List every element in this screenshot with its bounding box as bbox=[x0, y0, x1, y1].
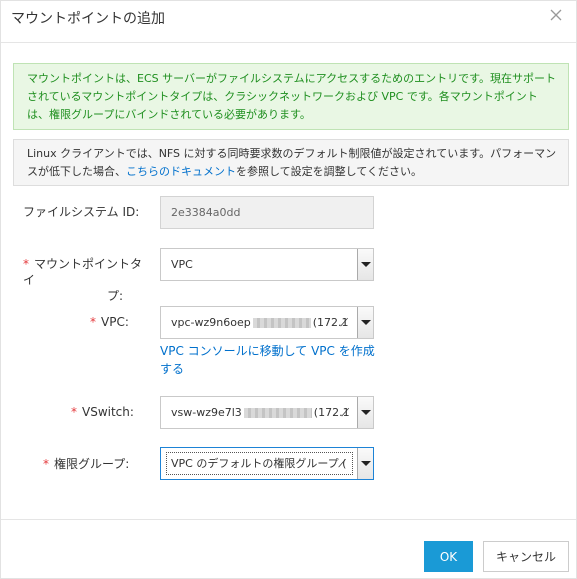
chevron-down-icon[interactable] bbox=[357, 307, 373, 338]
vpc-value-prefix: vpc-wz9n6oep bbox=[171, 316, 251, 329]
required-mark: * bbox=[23, 257, 29, 271]
permission-group-label-text: 権限グループ: bbox=[54, 457, 130, 471]
permission-group-label: * 権限グループ: bbox=[43, 456, 129, 472]
vpc-label: * VPC: bbox=[90, 314, 129, 330]
redacted-text bbox=[243, 408, 312, 418]
redacted-text bbox=[252, 318, 311, 328]
filesystem-id-field: 2e3384a0dd bbox=[160, 196, 374, 229]
required-mark: * bbox=[43, 457, 49, 471]
dialog-title: マウントポイントの追加 bbox=[11, 11, 165, 27]
permission-group-select[interactable]: VPC のデフォルトの権限グループ (̸ bbox=[160, 447, 374, 480]
documentation-link[interactable]: こちらのドキュメント bbox=[126, 165, 236, 178]
info-notice: マウントポイントは、ECS サーバーがファイルシステムにアクセスするためのエント… bbox=[13, 63, 569, 130]
close-icon[interactable] bbox=[546, 5, 566, 25]
chevron-down-icon[interactable] bbox=[357, 249, 373, 280]
vpc-value-suffix: (172.1̸ bbox=[312, 316, 349, 329]
cancel-button[interactable]: キャンセル bbox=[483, 541, 569, 572]
mount-type-label: * マウントポイントタイ プ: bbox=[23, 256, 153, 304]
chevron-down-icon[interactable] bbox=[357, 448, 373, 479]
linux-notice: Linux クライアントでは、NFS に対する同時要求数のデフォルト制限値が設定… bbox=[13, 139, 569, 186]
mount-type-value: VPC bbox=[171, 258, 193, 271]
vswitch-label: * VSwitch: bbox=[71, 404, 134, 420]
vswitch-value-prefix: vsw-wz9e7l3 bbox=[171, 406, 242, 419]
vswitch-select[interactable]: vsw-wz9e7l3 (172.1̸ bbox=[160, 396, 374, 429]
add-mount-point-dialog: マウントポイントの追加 マウントポイントは、ECS サーバーがファイルシステムに… bbox=[0, 0, 577, 579]
chevron-down-icon[interactable] bbox=[357, 397, 373, 428]
mount-type-label-text: マウントポイントタイ bbox=[23, 257, 143, 287]
ok-button[interactable]: OK bbox=[424, 541, 473, 572]
vpc-label-text: VPC: bbox=[101, 315, 129, 329]
required-mark: * bbox=[90, 315, 96, 329]
vswitch-value-suffix: (172.1̸ bbox=[313, 406, 350, 419]
required-mark: * bbox=[71, 405, 77, 419]
create-vpc-link[interactable]: VPC コンソールに移動して VPC を作成する bbox=[160, 342, 380, 378]
vswitch-label-text: VSwitch: bbox=[82, 405, 134, 419]
linux-notice-suffix: を参照して設定を調整してください。 bbox=[236, 165, 423, 178]
filesystem-id-label: ファイルシステム ID: bbox=[23, 205, 140, 219]
mount-type-select[interactable]: VPC bbox=[160, 248, 374, 281]
mount-type-label-text-2: プ: bbox=[107, 289, 124, 303]
dialog-header: マウントポイントの追加 bbox=[1, 1, 576, 43]
vpc-select[interactable]: vpc-wz9n6oep (172.1̸ bbox=[160, 306, 374, 339]
permission-group-value: VPC のデフォルトの権限グループ (̸ bbox=[171, 457, 347, 470]
filesystem-id-value: 2e3384a0dd bbox=[171, 206, 241, 219]
